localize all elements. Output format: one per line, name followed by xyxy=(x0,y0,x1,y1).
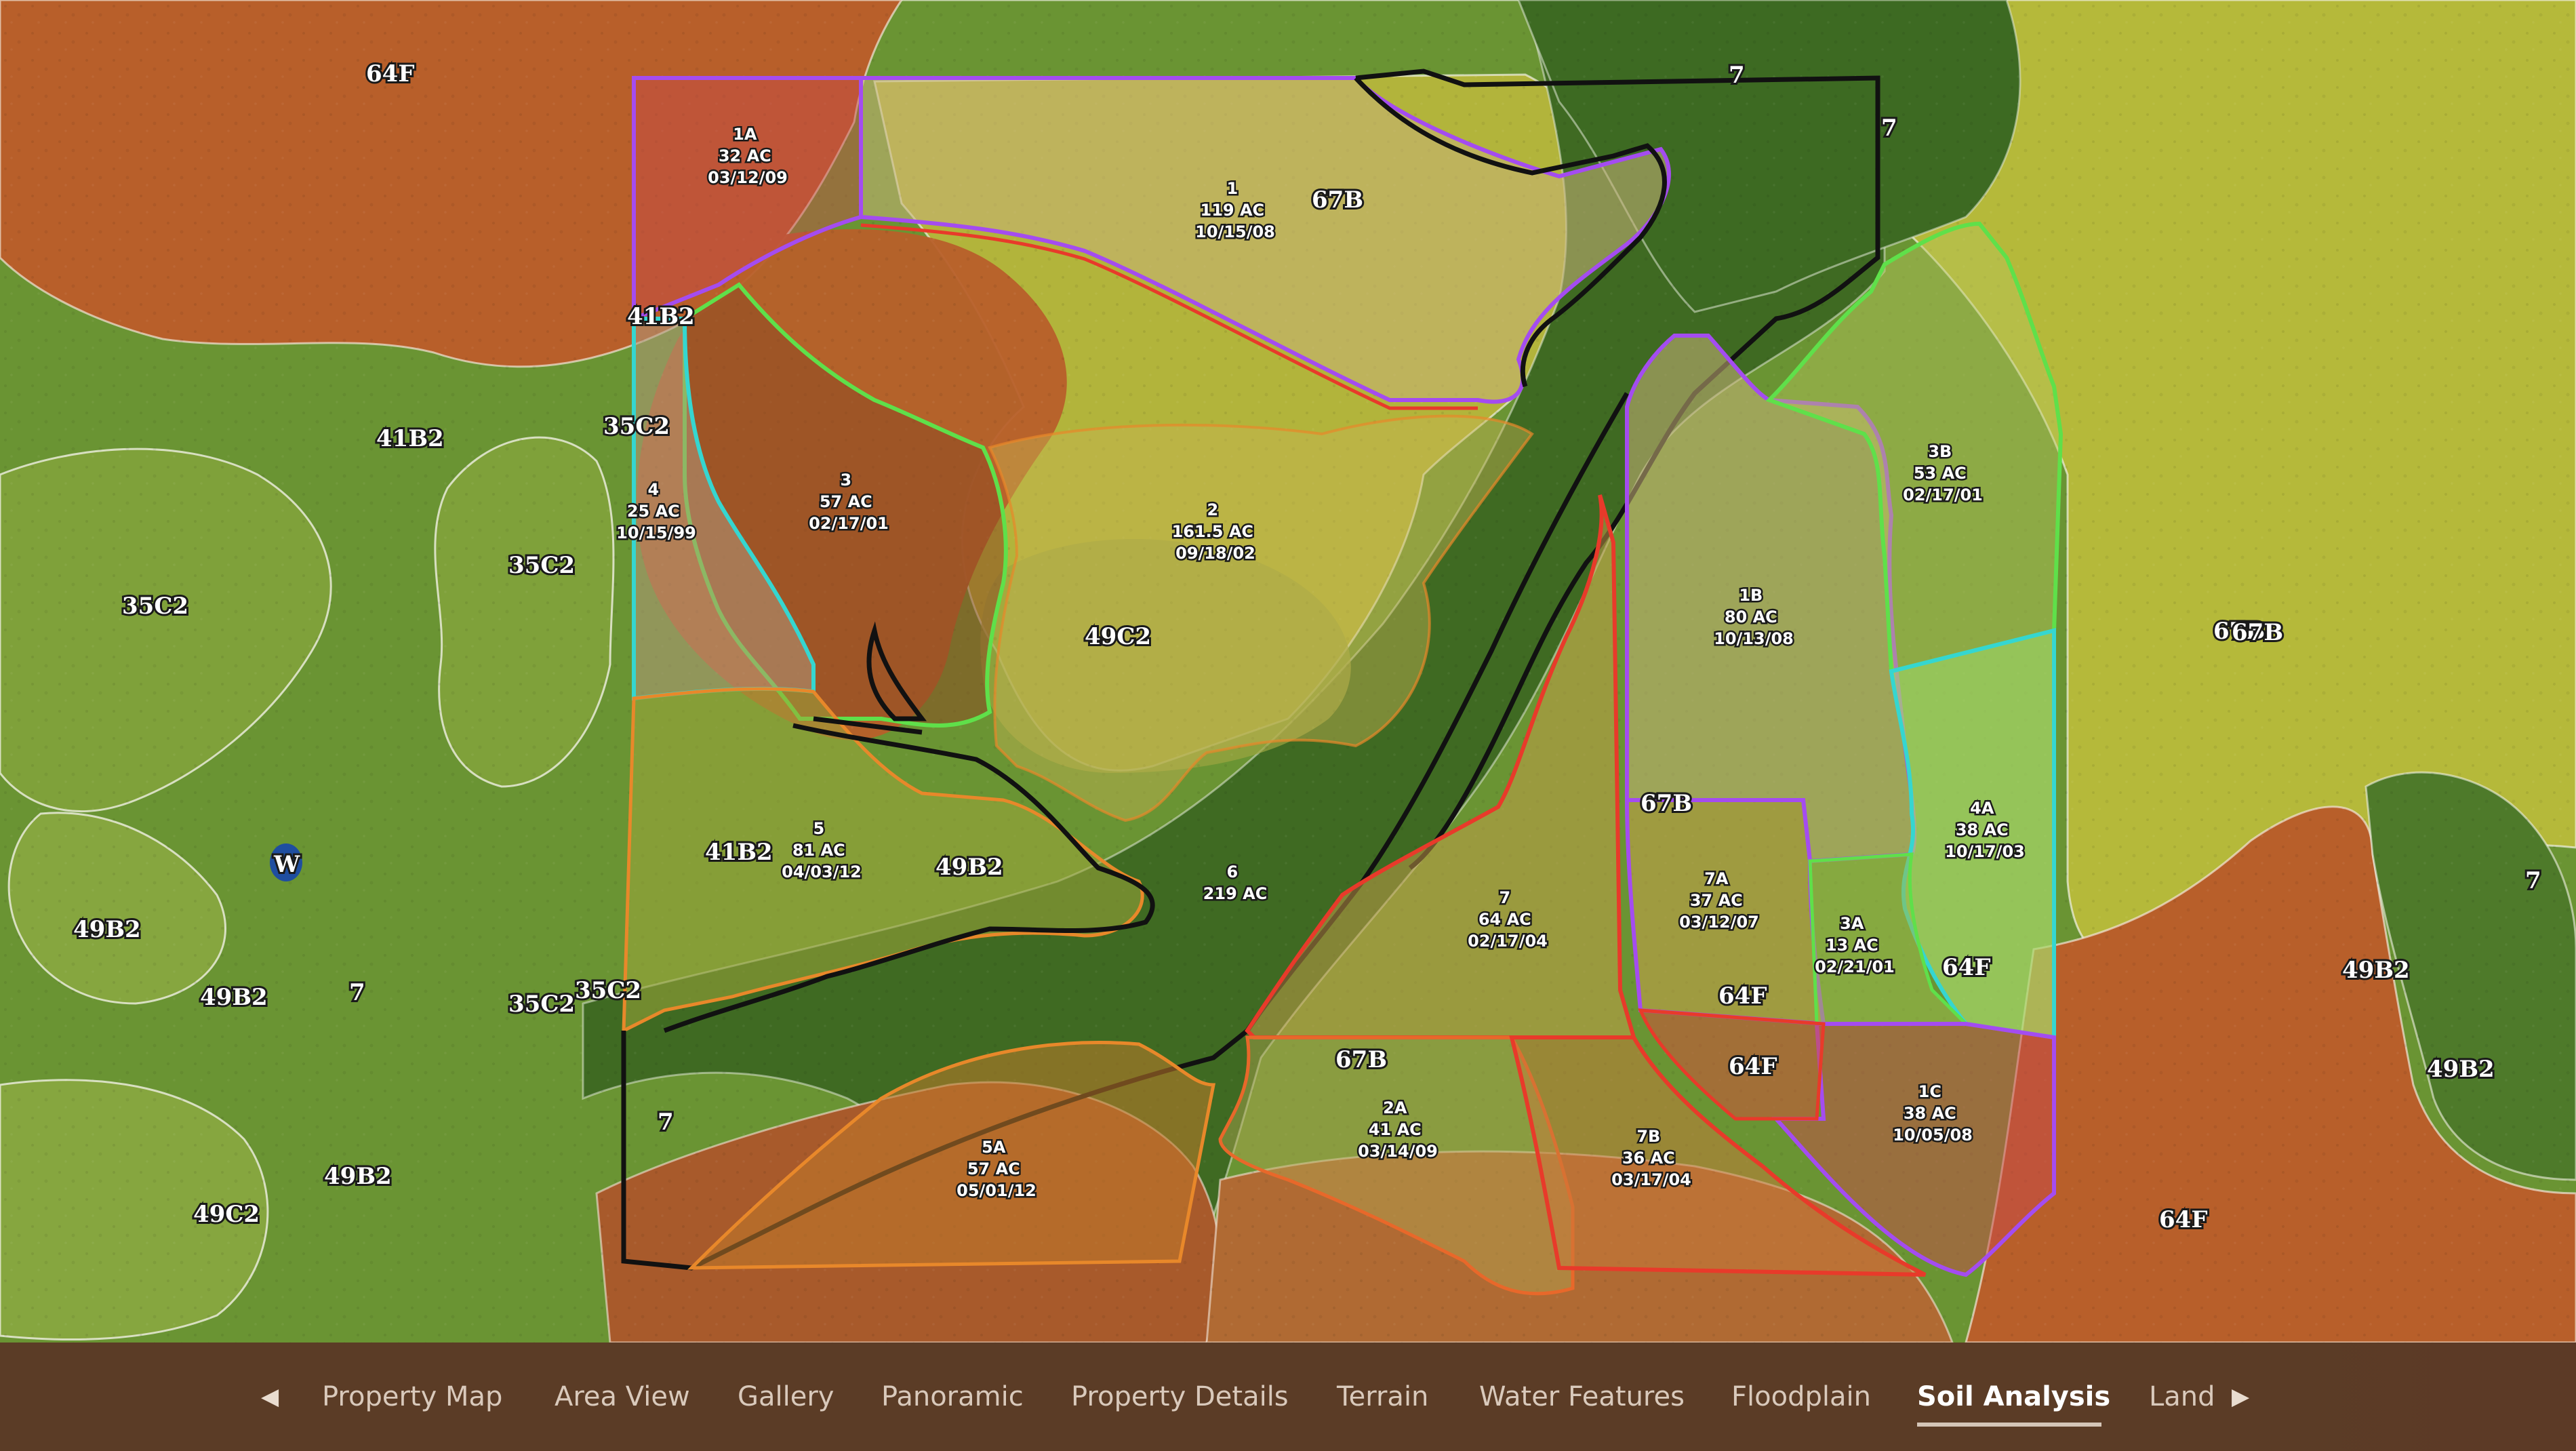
soil-label: 41B2 xyxy=(627,303,695,330)
soil-label: 49C2 xyxy=(1085,623,1151,650)
soil-map[interactable]: 64F 67B 41B2 35C2 41B2 35C2 35C2 49C2 41… xyxy=(0,0,2576,1343)
soil-label: 35C2 xyxy=(603,413,670,440)
soil-label: 7 xyxy=(658,1109,674,1136)
soil-label: 7 xyxy=(1881,115,1897,142)
chevron-right-icon[interactable]: ▶ xyxy=(2232,1343,2249,1451)
section-nav-bar: ◀ Property Map Area View Gallery Panoram… xyxy=(0,1343,2576,1451)
soil-label: 41B2 xyxy=(705,839,773,866)
chevron-left-icon[interactable]: ◀ xyxy=(261,1343,279,1451)
soil-label: 49B2 xyxy=(324,1163,392,1190)
map-viewer: 64F 67B 41B2 35C2 41B2 35C2 35C2 49C2 41… xyxy=(0,0,2576,1451)
nav-item-property-details[interactable]: Property Details xyxy=(1071,1343,1289,1451)
active-tab-underline xyxy=(1917,1423,2101,1427)
soil-label: 64F xyxy=(1729,1053,1777,1080)
water-marker[interactable]: W xyxy=(270,843,302,881)
soil-label: 49C2 xyxy=(193,1201,260,1228)
soil-label: 49B2 xyxy=(73,916,141,943)
soil-label: 67B xyxy=(1312,186,1363,214)
nav-track: ◀ Property Map Area View Gallery Panoram… xyxy=(0,1343,2576,1451)
soil-label: 49B2 xyxy=(2427,1056,2495,1083)
nav-item-terrain[interactable]: Terrain xyxy=(1337,1343,1428,1451)
soil-label: 67B xyxy=(1335,1046,1387,1073)
nav-item-property-map[interactable]: Property Map xyxy=(322,1343,502,1451)
soil-label: 35C2 xyxy=(122,593,188,620)
soil-label: 64F xyxy=(2159,1206,2207,1233)
nav-item-water-features[interactable]: Water Features xyxy=(1479,1343,1685,1451)
nav-item-land[interactable]: Land xyxy=(2149,1343,2215,1451)
soil-label: W xyxy=(273,851,300,878)
nav-item-gallery[interactable]: Gallery xyxy=(738,1343,834,1451)
nav-item-soil-analysis[interactable]: Soil Analysis xyxy=(1917,1343,2110,1451)
nav-item-floodplain[interactable]: Floodplain xyxy=(1731,1343,1871,1451)
soil-label: 64F xyxy=(366,60,414,87)
soil-label: 7 xyxy=(2525,867,2541,894)
soil-label: 7 xyxy=(349,979,365,1006)
soil-label: 35C2 xyxy=(508,552,575,579)
soil-label: 67B xyxy=(1641,790,1692,817)
nav-item-area-view[interactable]: Area View xyxy=(555,1343,690,1451)
soil-label: 64F xyxy=(1718,982,1767,1010)
soil-label: 7 xyxy=(1729,62,1745,89)
soil-label: 49B2 xyxy=(2342,957,2410,984)
soil-label: 67B xyxy=(2232,619,2283,646)
soil-label: 35C2 xyxy=(575,977,641,1004)
soil-label: 49B2 xyxy=(200,984,268,1011)
nav-item-panoramic[interactable]: Panoramic xyxy=(881,1343,1024,1451)
soil-label: 35C2 xyxy=(508,991,575,1018)
soil-label: 64F xyxy=(1942,954,1990,981)
soil-label: 49B2 xyxy=(935,854,1003,881)
nav-fade-overlay xyxy=(2291,1343,2576,1451)
soil-label: 41B2 xyxy=(376,425,444,452)
